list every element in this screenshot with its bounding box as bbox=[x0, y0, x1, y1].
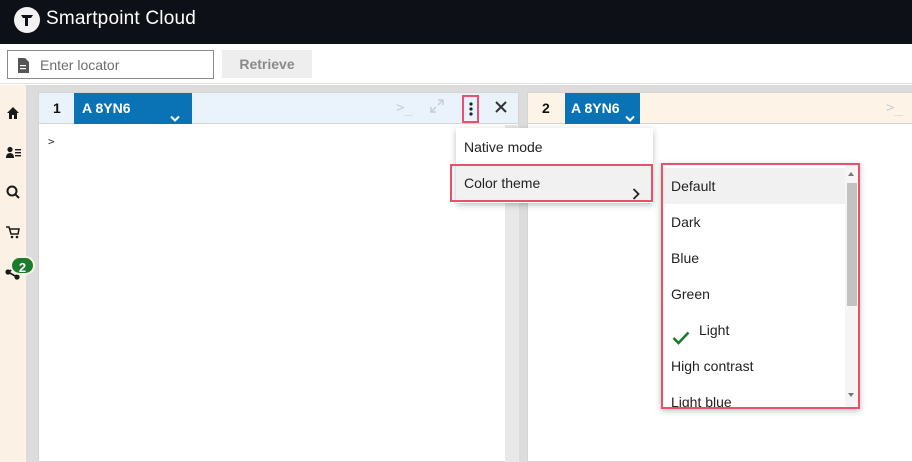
theme-option-light-blue[interactable]: Light blue bbox=[663, 384, 845, 407]
pane-header: 1 A 8YN6 >_ bbox=[39, 93, 518, 124]
color-theme-submenu: Default Dark Blue Green Light High contr… bbox=[661, 163, 860, 409]
close-icon[interactable] bbox=[495, 97, 507, 118]
locator-field[interactable] bbox=[7, 50, 214, 79]
theme-option-light[interactable]: Light bbox=[663, 312, 845, 348]
locator-bar: Retrieve bbox=[0, 44, 912, 84]
terminal-icon[interactable]: >_ bbox=[886, 100, 903, 116]
theme-option-high-contrast[interactable]: High contrast bbox=[663, 348, 845, 384]
app-header: Smartpoint Cloud bbox=[0, 0, 912, 44]
scroll-up-arrow-icon[interactable] bbox=[848, 172, 854, 176]
cart-icon[interactable] bbox=[4, 223, 22, 241]
theme-option-blue[interactable]: Blue bbox=[663, 240, 845, 276]
submenu-scrollbar[interactable] bbox=[845, 165, 858, 407]
scrollbar-thumb[interactable] bbox=[847, 183, 857, 306]
locator-input[interactable] bbox=[40, 51, 210, 78]
search-icon[interactable] bbox=[4, 183, 22, 201]
theme-option-dark[interactable]: Dark bbox=[663, 204, 845, 240]
more-options-button[interactable] bbox=[462, 95, 479, 123]
highlight-outline bbox=[450, 164, 653, 202]
terminal-icon[interactable]: >_ bbox=[396, 100, 413, 116]
pane-tab-label: A 8YN6 bbox=[82, 100, 131, 116]
terminal-pane-1[interactable]: 1 A 8YN6 >_ > bbox=[38, 92, 519, 462]
user-list-icon[interactable] bbox=[4, 143, 22, 161]
theme-option-default[interactable]: Default bbox=[663, 168, 845, 204]
kebab-icon bbox=[468, 102, 473, 116]
pane-tab[interactable]: A 8YN6 bbox=[565, 93, 640, 124]
retrieve-button[interactable]: Retrieve bbox=[222, 50, 312, 78]
pane-header: 2 A 8YN6 >_ bbox=[528, 93, 912, 124]
terminal-prompt: > bbox=[48, 135, 55, 148]
menu-item-native-mode[interactable]: Native mode bbox=[456, 129, 653, 165]
theme-option-green[interactable]: Green bbox=[663, 276, 845, 312]
pane-number: 2 bbox=[542, 100, 550, 116]
home-icon[interactable] bbox=[4, 104, 22, 122]
theme-option-label: Light bbox=[699, 322, 730, 338]
app-title: Smartpoint Cloud bbox=[46, 8, 196, 29]
pane-tab-label: A 8YN6 bbox=[571, 100, 620, 116]
app-logo-icon bbox=[14, 7, 40, 33]
pane-number: 1 bbox=[53, 100, 61, 116]
chevron-down-icon bbox=[170, 103, 180, 134]
expand-icon[interactable] bbox=[429, 98, 445, 118]
notification-badge: 2 bbox=[10, 256, 35, 275]
document-icon bbox=[17, 58, 29, 78]
pane-tab[interactable]: A 8YN6 bbox=[74, 93, 192, 124]
scroll-down-arrow-icon[interactable] bbox=[848, 393, 854, 397]
